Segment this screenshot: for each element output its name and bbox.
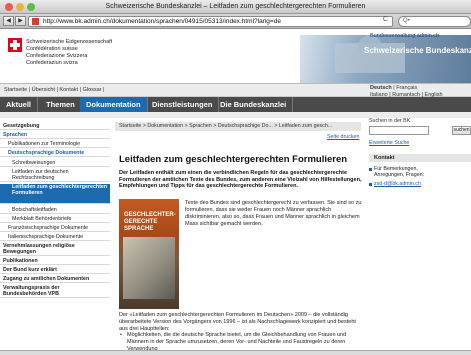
kontakt-heading: Kontakt <box>369 154 471 162</box>
kontakt-text-line: Anregungen, Fragen: <box>374 172 425 178</box>
tab-dienstleistungen[interactable]: Dienstleistungen <box>146 97 220 112</box>
header-banner-image <box>300 35 471 83</box>
confed-line: Schweizerische Eidgenossenschaft <box>26 39 113 45</box>
tab-aktuell[interactable]: Aktuell <box>0 97 39 112</box>
sidebar-item-sprachen[interactable]: Sprachen <box>0 132 110 139</box>
swiss-flag-logo[interactable] <box>8 38 22 52</box>
back-button[interactable]: ◀ <box>3 16 14 26</box>
sidebar-item-bund-kurz-erklaert[interactable]: Der Bund kurz erklärt <box>0 267 110 274</box>
bundeskanzlei-title: Schweizerische Bundeskanzlei <box>364 46 471 55</box>
guide-cover-photo <box>123 237 175 299</box>
main-navigation: Aktuell Themen Dokumentation Dienstleist… <box>0 97 471 112</box>
sidebar-item-terminologie[interactable]: Publikationen zur Terminologie <box>0 141 110 148</box>
sidebar-item-zugang-dokumente[interactable]: Zugang zu amtlichen Dokumenten <box>0 276 110 283</box>
browser-window: Schweizerische Bundeskanzlei – Leitfaden… <box>0 0 471 355</box>
page-title: Leitfaden zum geschlechtergerechten Form… <box>119 154 348 165</box>
sidebar-item-leitfaden-geschlechtergerecht[interactable]: Leitfaden zum geschlechtergerechten Form… <box>0 184 110 204</box>
tab-dokumentation[interactable]: Dokumentation <box>80 97 148 112</box>
sidebar-item-behoerdenbriefe[interactable]: Merkblatt Behördenbriefe <box>0 216 110 223</box>
utility-bar: Startseite | Übersicht | Kontakt | Gloss… <box>0 83 471 98</box>
lang-francais[interactable]: | Français <box>392 85 417 91</box>
right-column: Suchen in der BK suchen Erweiterte Suche… <box>368 118 471 355</box>
reload-icon[interactable]: C <box>383 16 388 23</box>
sidebar-item-deutschsprachige[interactable]: Deutschsprachige Dokumente <box>0 150 110 157</box>
bullet-square-icon <box>369 168 372 171</box>
confed-line: Confédération suisse <box>26 46 78 52</box>
intro-paragraph: Texte des Bundes sind geschlechtergerech… <box>185 200 362 227</box>
bundesverwaltung-link[interactable]: Bundesverwaltung admin.ch <box>370 33 439 39</box>
site-search-label: Suchen in der BK <box>369 118 411 124</box>
guide-cover-image[interactable]: GESCHLECHTER-GERECHTE SPRACHE <box>119 199 179 309</box>
window-title: Schweizerische Bundeskanzlei – Leitfaden… <box>105 3 366 10</box>
confed-line: Confederazione Svizzera <box>26 53 88 59</box>
sidebar-item-schreibweisungen[interactable]: Schreibweisungen <box>0 160 110 167</box>
sidebar-item-franzoesisch[interactable]: Französischsprachige Dokumente <box>0 225 110 232</box>
main-content: Startseite > Dokumentation > Sprachen > … <box>115 118 364 355</box>
sidebar-item-botschaftsleitfaden[interactable]: Botschaftsleitfaden <box>0 207 110 214</box>
bullet-square-icon <box>369 183 372 186</box>
window-titlebar: Schweizerische Bundeskanzlei – Leitfaden… <box>0 0 471 14</box>
horizontal-scrollbar[interactable] <box>0 350 471 355</box>
description-paragraph: Der «Leitfaden zum geschlechtergerechten… <box>119 312 356 332</box>
breadcrumb[interactable]: Startseite > Dokumentation > Sprachen > … <box>115 122 361 131</box>
sidebar-item-gesetzgebung[interactable]: Gesetzgebung <box>0 123 110 130</box>
lang-deutsch[interactable]: Deutsch <box>370 85 392 91</box>
site-search-button[interactable]: suchen <box>452 126 471 135</box>
confed-line: Confederaziun svizra <box>26 60 78 66</box>
site-header: Schweizerische Eidgenossenschaft Confédé… <box>0 29 471 83</box>
browser-search-field[interactable]: Q• <box>398 16 471 27</box>
kontakt-email-link[interactable]: zsd-d@bk.admin.ch <box>374 181 421 187</box>
sidebar-navigation: Gesetzgebung Sprachen Publikationen zur … <box>0 118 110 355</box>
browser-toolbar: ◀ ▶ http://www.bk.admin.ch/dokumentation… <box>0 14 471 29</box>
kontakt-text: Für Bemerkungen, Anregungen, Fragen: <box>374 166 424 178</box>
utility-links[interactable]: Startseite | Übersicht | Kontakt | Gloss… <box>4 87 104 93</box>
tab-themen[interactable]: Themen <box>40 97 82 112</box>
sidebar-item-vpb[interactable]: Verwaltungspraxis der Bundesbehörden VPB <box>0 285 110 298</box>
confederation-name: Schweizerische Eidgenossenschaft Confédé… <box>26 39 112 67</box>
tab-die-bundeskanzlei[interactable]: Die Bundeskanzlei <box>214 97 294 112</box>
url-text: http://www.bk.admin.ch/dokumentation/spr… <box>43 18 281 25</box>
sidebar-item-vernehmlassungen[interactable]: Vernehmlassungen religiöse Bewegungen <box>0 243 110 256</box>
forward-button[interactable]: ▶ <box>15 16 26 26</box>
sidebar-item-publikationen[interactable]: Publikationen <box>0 258 110 265</box>
lead-paragraph: Der Leitfaden enthält zum einen die verb… <box>119 170 362 189</box>
url-bar[interactable]: http://www.bk.admin.ch/dokumentation/spr… <box>28 16 393 27</box>
guide-cover-title: GESCHLECHTER-GERECHTE SPRACHE <box>124 212 176 232</box>
advanced-search-link[interactable]: Erweiterte Suche <box>369 140 409 146</box>
print-page-link[interactable]: Seite drucken <box>327 134 359 140</box>
sidebar-item-italienisch[interactable]: Italienischsprachige Dokumente <box>0 234 110 241</box>
favicon-icon <box>32 18 39 25</box>
site-search-input[interactable] <box>369 126 429 135</box>
sidebar-item-rechtschreibung[interactable]: Leitfaden zur deutschen Rechtsschreibung <box>0 169 110 182</box>
